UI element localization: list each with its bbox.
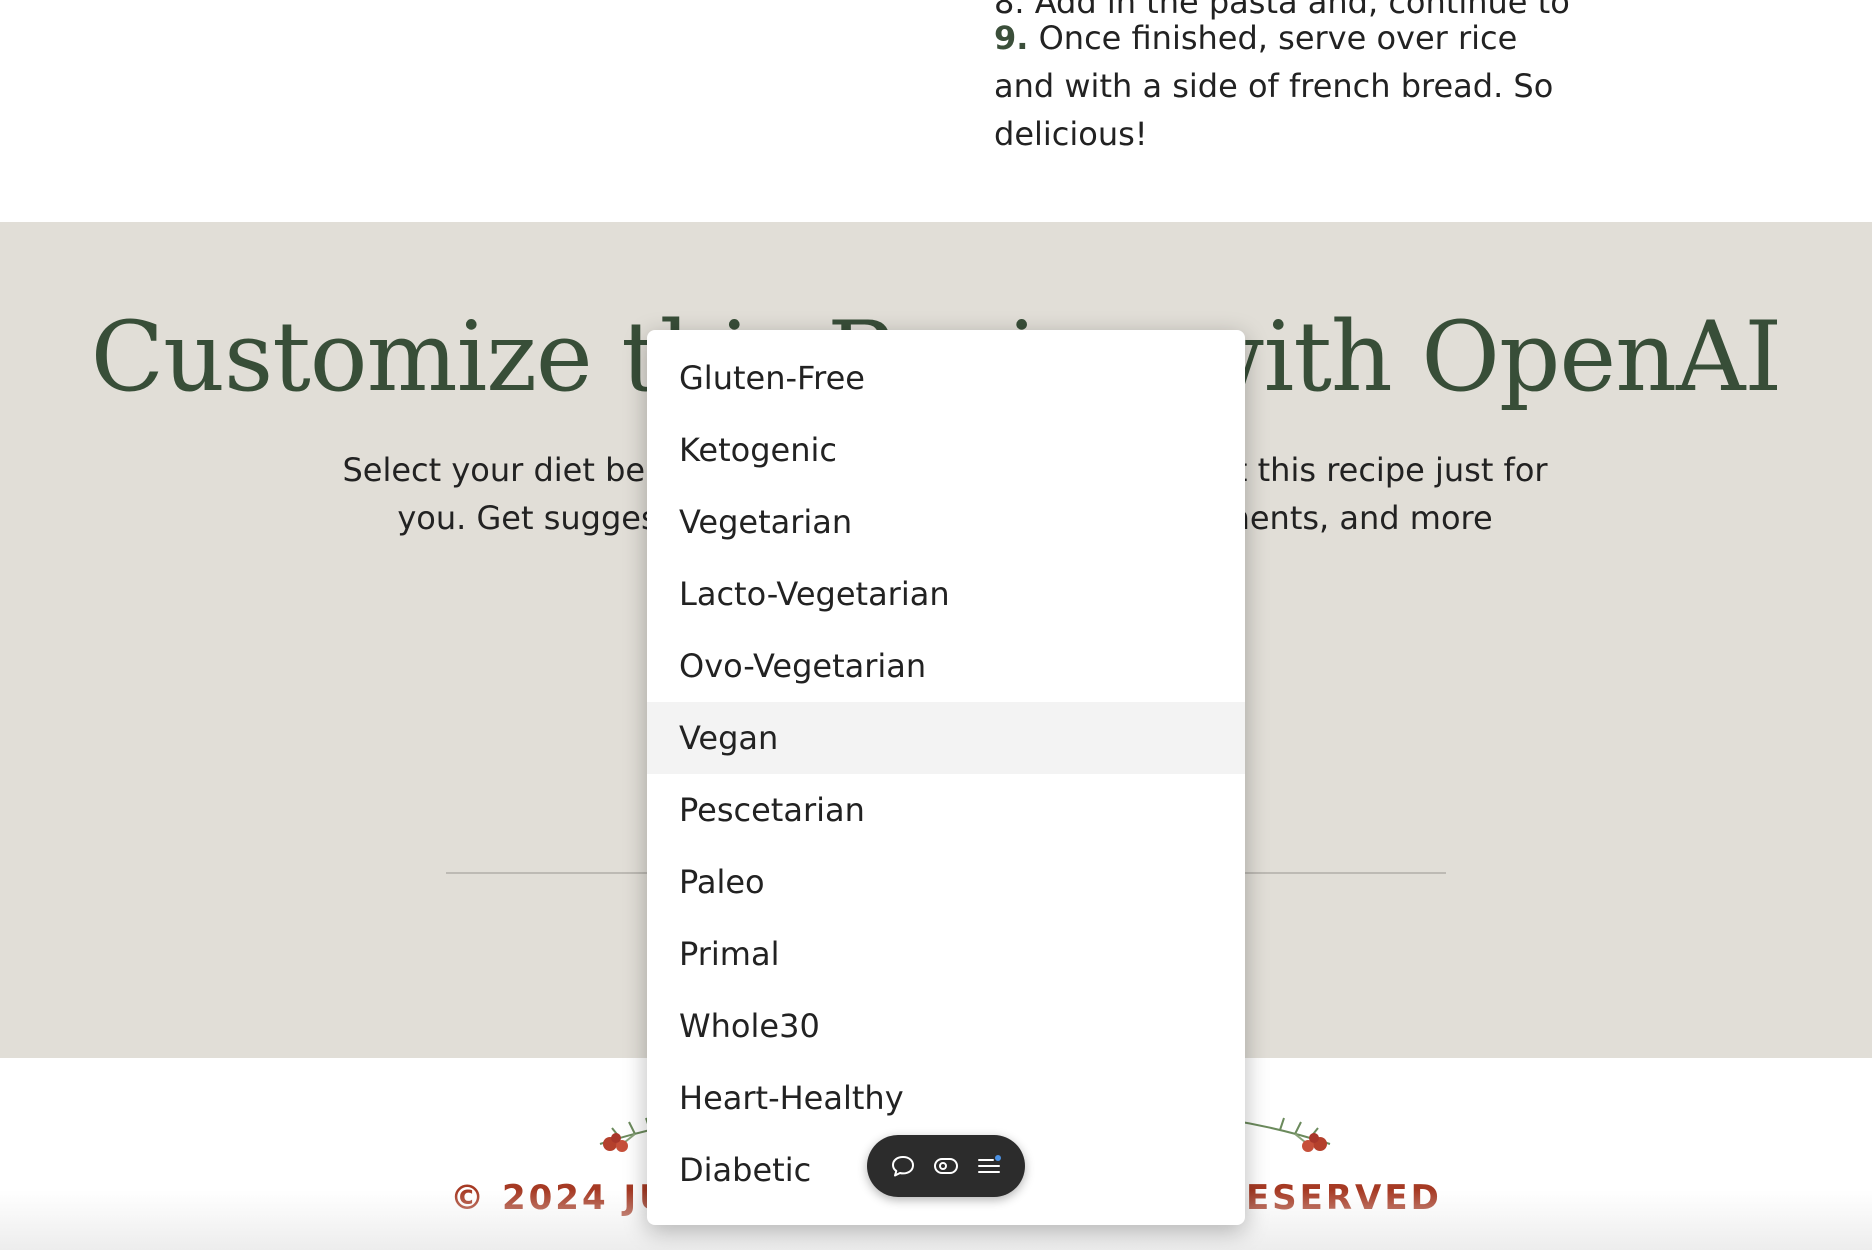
diet-option-lacto-vegetarian[interactable]: Lacto-Vegetarian [647, 558, 1245, 630]
comment-icon [891, 1156, 914, 1177]
recipe-steps-area: 8. Add in the pasta and, continue to 9. … [0, 0, 1872, 222]
menu-button[interactable] [972, 1149, 1006, 1183]
diet-option-paleo[interactable]: Paleo [647, 846, 1245, 918]
floating-toolbar [867, 1135, 1025, 1197]
diet-option-gluten-free[interactable]: Gluten-Free [647, 342, 1245, 414]
preview-button[interactable] [929, 1149, 963, 1183]
diet-option-ovo-vegetarian[interactable]: Ovo-Vegetarian [647, 630, 1245, 702]
diet-option-primal[interactable]: Primal [647, 918, 1245, 990]
notification-dot [995, 1155, 1002, 1161]
step-text: Once finished, serve over rice and with … [994, 19, 1554, 153]
diet-select-dropdown[interactable]: Gluten-Free Ketogenic Vegetarian Lacto-V… [647, 330, 1245, 1225]
diet-option-ketogenic[interactable]: Ketogenic [647, 414, 1245, 486]
comment-button[interactable] [886, 1149, 920, 1183]
eye-icon [933, 1158, 958, 1174]
step-number: 9. [994, 19, 1029, 57]
diet-option-pescetarian[interactable]: Pescetarian [647, 774, 1245, 846]
diet-option-vegan[interactable]: Vegan [647, 702, 1245, 774]
recipe-step-9: 9. Once finished, serve over rice and wi… [994, 14, 1554, 158]
menu-icon [978, 1155, 1002, 1173]
diet-option-whole30[interactable]: Whole30 [647, 990, 1245, 1062]
diet-option-vegetarian[interactable]: Vegetarian [647, 486, 1245, 558]
diet-option-heart-healthy[interactable]: Heart-Healthy [647, 1062, 1245, 1134]
